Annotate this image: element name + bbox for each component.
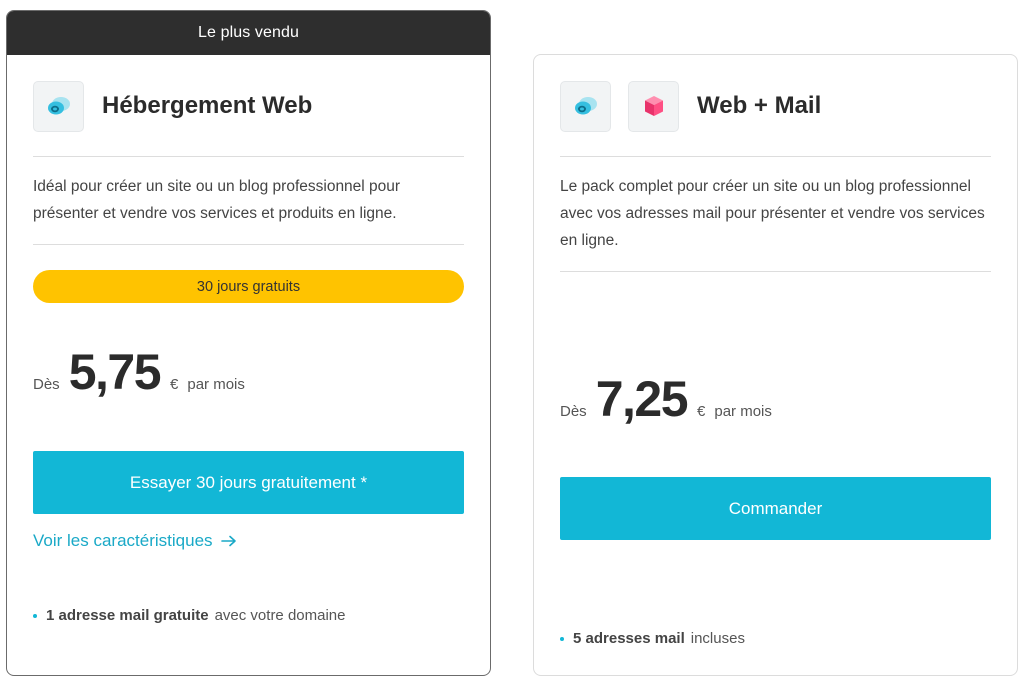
- divider: [33, 156, 464, 157]
- feature-highlight: 5 adresses mail: [573, 630, 685, 647]
- price-period: par mois: [187, 376, 245, 393]
- bullet-icon: [33, 613, 37, 618]
- plan-title: Hébergement Web: [102, 92, 313, 119]
- order-button[interactable]: Commander: [560, 477, 991, 540]
- plan-title: Web + Mail: [697, 92, 822, 119]
- feature-text: incluses: [690, 630, 745, 647]
- view-features-link[interactable]: Voir les caractéristiques: [33, 531, 237, 551]
- price-from-label: Dès: [560, 403, 587, 420]
- price-period: par mois: [714, 403, 772, 420]
- price: Dès 7,25 € par mois: [560, 370, 991, 428]
- feature-text: avec votre domaine: [214, 607, 346, 624]
- view-features-label: Voir les caractéristiques: [33, 531, 213, 550]
- divider: [560, 156, 991, 157]
- plan-header: Hébergement Web: [33, 80, 464, 132]
- bestseller-banner: Le plus vendu: [7, 11, 490, 55]
- divider: [33, 244, 464, 245]
- feature-item: 5 adresses mail incluses: [560, 630, 991, 647]
- price-amount: 7,25: [595, 371, 689, 427]
- arrow-right-icon: [220, 535, 237, 547]
- free-trial-button[interactable]: Essayer 30 jours gratuitement *: [33, 451, 464, 514]
- plan-description: Le pack complet pour créer un site ou un…: [560, 178, 985, 249]
- price-amount: 5,75: [68, 344, 162, 400]
- plan-description: Idéal pour créer un site ou un blog prof…: [33, 178, 401, 222]
- cloud-icon: [33, 80, 84, 132]
- free-trial-badge: 30 jours gratuits: [33, 270, 464, 303]
- bullet-icon: [560, 636, 564, 641]
- plan-card-web-hosting: Le plus vendu Hébergement Web Idéal pour…: [6, 10, 491, 676]
- plan-header: Web + Mail: [560, 80, 991, 132]
- mail-cube-icon: [628, 80, 679, 132]
- feature-highlight: 1 adresse mail gratuite: [46, 607, 209, 624]
- divider: [560, 271, 991, 272]
- cloud-icon: [560, 80, 611, 132]
- plan-card-web-mail: Web + Mail Le pack complet pour créer un…: [533, 54, 1018, 676]
- price-currency: €: [170, 376, 179, 393]
- feature-item: 1 adresse mail gratuite avec votre domai…: [33, 607, 464, 624]
- price-currency: €: [697, 403, 706, 420]
- price: Dès 5,75 € par mois: [33, 343, 464, 401]
- price-from-label: Dès: [33, 376, 60, 393]
